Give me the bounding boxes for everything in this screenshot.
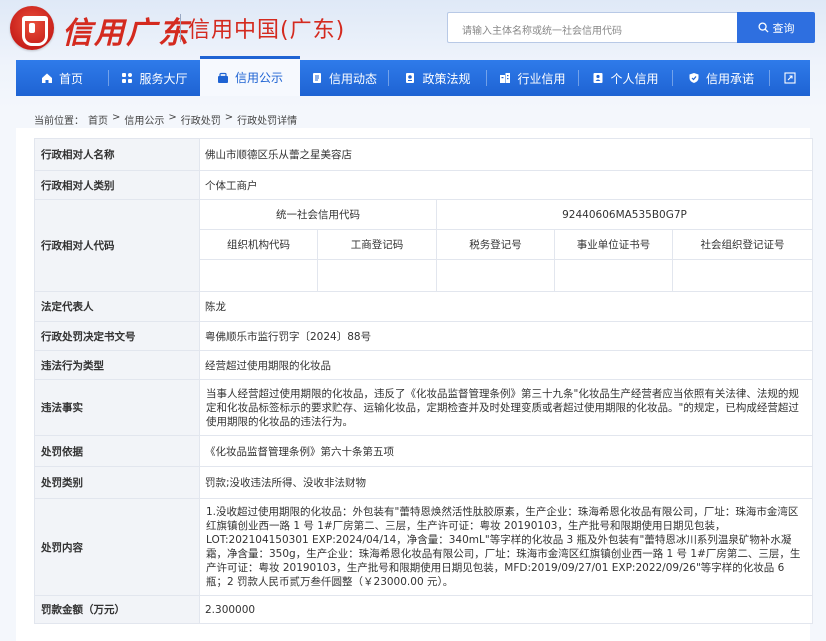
breadcrumb: 当前位置： 首页 > 信用公示 > 行政处罚 > 行政处罚详情 [34,112,297,127]
nav-item-personal-credit[interactable]: 个人信用 [579,60,672,96]
table-row: 法定代表人 陈龙 [34,291,814,322]
category-label: 处罚类别 [34,466,200,499]
category-value: 罚款;没收违法所得、没收非法财物 [198,466,814,499]
id-card-icon [593,73,603,83]
breadcrumb-current: 行政处罚详情 [237,116,298,127]
nav-label: 信用公示 [234,71,283,85]
counterpart-code-label: 行政相对人代码 [34,199,200,292]
logo-cursive-text[interactable]: 信用广东 [62,8,190,52]
nav-label: 信用动态 [328,71,377,86]
breadcrumb-link-disclosure[interactable]: 信用公示 [124,112,164,127]
business-reg-code-value [317,259,437,292]
business-reg-code-label: 工商登记码 [317,229,437,260]
table-row: 处罚内容 1.没收超过使用期限的化妆品：外包装有"蕾特恩焕然活性肽胶原素，生产企… [34,498,814,596]
table-row: 处罚类别 罚款;没收违法所得、没收非法财物 [34,466,814,499]
nav-label: 首页 [58,71,83,86]
violation-type-label: 违法行为类型 [34,350,200,380]
uscc-label: 统一社会信用代码 [199,199,437,230]
legal-rep-value: 陈龙 [198,291,814,322]
legal-rep-label: 法定代表人 [34,291,200,322]
breadcrumb-prefix: 当前位置： [34,116,84,127]
tax-reg-no-value [436,259,555,292]
logo-title[interactable]: 信用中国(广东) [188,12,345,44]
nav-item-industry-credit[interactable]: 行业信用 [487,60,578,96]
table-row: 行政处罚决定书文号 粤佛顺乐市监行罚字〔2024〕88号 [34,321,814,351]
shield-icon [689,73,699,83]
search-button-label: 查询 [772,21,795,35]
tax-reg-no-label: 税务登记号 [436,229,555,260]
table-row: 罚款金额（万元） 2.300000 [34,595,814,624]
search-input[interactable]: 请输入主体名称或统一社会信用代码 [447,12,737,43]
org-code-value [199,259,318,292]
decision-no-value: 粤佛顺乐市监行罚字〔2024〕88号 [198,321,814,351]
fine-value: 2.300000 [198,595,814,624]
breadcrumb-separator: > [168,112,177,123]
fine-label: 罚款金额（万元） [34,595,200,624]
nav-label: 个人信用 [610,71,659,86]
search-icon [757,22,769,33]
content-value: 1.没收超过使用期限的化妆品：外包装有"蕾特恩焕然活性肽胶原素，生产企业：珠海希… [198,498,814,596]
site-header: 信用广东 信用中国(广东) 请输入主体名称或统一社会信用代码 查询 [0,0,826,62]
detail-panel: 行政相对人名称 佛山市顺德区乐从蕾之星美容店 行政相对人类别 个体工商户 行政相… [16,128,814,641]
breadcrumb-separator: > [224,112,234,123]
nav-item-policy[interactable]: 政策法规 [389,60,486,96]
decision-no-label: 行政处罚决定书文号 [34,321,200,351]
nav-label: 信用承诺 [705,71,754,86]
home-icon [41,73,52,83]
main-nav: 首页 服务大厅 信用公示 信用动态 政策法规 行业信用 个人信用 信用承诺 [16,56,810,96]
facts-label: 违法事实 [34,379,200,436]
social-org-reg-no-label: 社会组织登记证号 [671,229,814,260]
table-row: 行政相对人类别 个体工商户 [34,170,814,200]
institution-cert-no-value [554,259,673,292]
credit-emblem-icon[interactable] [10,6,54,50]
nav-item-credit-disclosure[interactable]: 信用公示 [200,56,300,96]
content-label: 处罚内容 [34,498,200,596]
counterpart-name-label: 行政相对人名称 [34,138,200,171]
nav-label: 服务大厅 [139,71,188,86]
policy-icon [406,73,415,83]
search-button[interactable]: 查询 [737,12,815,43]
breadcrumb-link-penalty[interactable]: 行政处罚 [181,112,221,127]
violation-type-value: 经营超过使用期限的化妆品 [198,350,814,380]
expand-icon [784,72,796,84]
nav-expand-button[interactable] [770,60,810,96]
table-row: 行政相对人名称 佛山市顺德区乐从蕾之星美容店 [34,138,814,171]
counterpart-name-value: 佛山市顺德区乐从蕾之星美容店 [198,138,814,171]
institution-cert-no-label: 事业单位证书号 [554,229,673,260]
org-code-label: 组织机构代码 [199,229,318,260]
nav-label: 行业信用 [517,71,566,86]
breadcrumb-link-home[interactable]: 首页 [88,112,108,127]
logo-divider [180,14,181,42]
nav-label: 政策法规 [422,71,471,86]
penalty-detail-table: 行政相对人名称 佛山市顺德区乐从蕾之星美容店 行政相对人类别 个体工商户 行政相… [34,138,814,624]
nav-item-credit-commitment[interactable]: 信用承诺 [673,60,769,96]
social-org-reg-no-value [671,259,814,292]
uscc-value: 92440606MA535B0G7P [435,199,814,230]
document-icon [312,73,321,83]
table-row: 处罚依据 《化妆品监督管理条例》第六十条第五项 [34,435,814,467]
nav-item-service-hall[interactable]: 服务大厅 [109,60,200,96]
counterpart-type-value: 个体工商户 [198,170,814,200]
grid-icon [122,73,133,83]
basis-label: 处罚依据 [34,435,200,467]
nav-item-home[interactable]: 首页 [16,60,108,96]
table-row: 违法事实 当事人经营超过使用期限的化妆品，违反了《化妆品监督管理条例》第三十九条… [34,379,814,436]
breadcrumb-separator: > [112,112,121,123]
building-icon [500,73,511,83]
table-row: 行政相对人代码 统一社会信用代码 92440606MA535B0G7P [34,199,814,292]
basis-value: 《化妆品监督管理条例》第六十条第五项 [198,435,814,467]
counterpart-type-label: 行政相对人类别 [34,170,200,200]
announce-icon [217,72,228,83]
table-row: 违法行为类型 经营超过使用期限的化妆品 [34,350,814,380]
nav-item-credit-news[interactable]: 信用动态 [300,60,388,96]
facts-value: 当事人经营超过使用期限的化妆品，违反了《化妆品监督管理条例》第三十九条"化妆品生… [198,379,814,436]
